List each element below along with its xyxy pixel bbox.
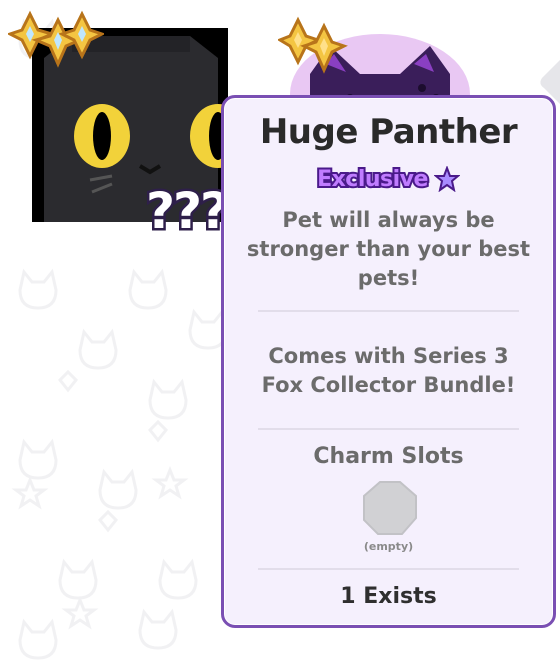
gold-diamond-stars-icon (278, 16, 348, 74)
bundle-note: Comes with Series 3 Fox Collector Bundle… (261, 344, 516, 397)
rarity-label: Exclusive (315, 165, 430, 194)
purple-star-icon (433, 166, 460, 192)
exists-count: 1 Exists (340, 584, 437, 609)
charm-slot-caption: (empty) (363, 540, 414, 553)
rarity-badge: Exclusive (224, 165, 553, 194)
charm-slots-label: Charm Slots (313, 444, 464, 469)
pet-name: Huge Panther (259, 112, 518, 152)
pet-tooltip: Huge Panther Exclusive Pet will always b… (221, 95, 556, 628)
unknown-pet-overlay: ??? (143, 182, 231, 240)
divider (258, 428, 519, 430)
charm-slot-empty[interactable] (362, 480, 418, 536)
gold-diamond-stars-icon (8, 10, 104, 68)
divider (258, 568, 519, 570)
divider (258, 310, 519, 312)
pet-description: Pet will always be stronger than your be… (246, 208, 531, 290)
